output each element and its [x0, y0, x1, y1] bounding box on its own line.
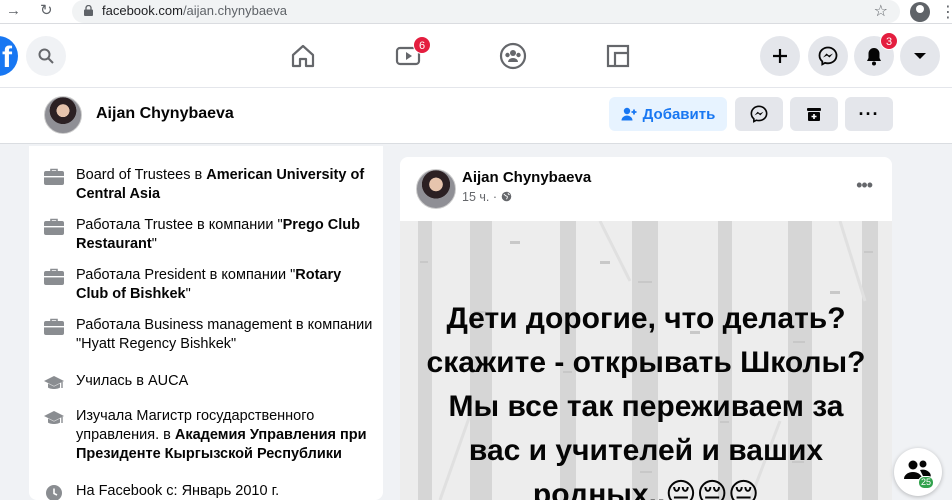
graduation-cap-icon: [44, 376, 64, 389]
add-friend-icon: [621, 107, 637, 121]
create-button[interactable]: [760, 36, 800, 76]
post-timestamp[interactable]: 15 ч.: [462, 190, 489, 204]
lock-icon: [84, 5, 93, 16]
graduation-cap-icon: [44, 411, 64, 424]
contacts-online-count: 25: [918, 476, 935, 489]
back-arrow-icon[interactable]: →: [6, 2, 21, 19]
briefcase-icon: [44, 168, 64, 185]
browser-profile-icon[interactable]: [910, 2, 930, 22]
intro-item-text: Работала Business management в компании …: [76, 317, 373, 352]
intro-item-text: На Facebook с: Январь 2010 г.: [76, 483, 280, 499]
messenger-button[interactable]: [808, 36, 848, 76]
add-friend-button[interactable]: Добавить: [609, 97, 727, 131]
post-card: Aijan Chynybaeva 15 ч. · ••• Дети дороги…: [400, 157, 892, 500]
notifications-badge: 3: [880, 32, 898, 50]
post-author-avatar[interactable]: [416, 169, 456, 209]
message-button[interactable]: [735, 97, 783, 131]
follow-box-icon: [807, 108, 821, 121]
more-options-button[interactable]: ···: [845, 97, 893, 131]
post-options-button[interactable]: •••: [856, 175, 873, 196]
plus-icon: [773, 49, 787, 63]
facebook-logo-icon[interactable]: f: [0, 36, 18, 76]
post-text-background: Дети дорогие, что делать? скажите - откр…: [400, 221, 892, 500]
clock-icon: [46, 485, 62, 500]
search-icon: [38, 48, 54, 64]
briefcase-icon: [44, 218, 64, 235]
messenger-icon: [818, 46, 838, 66]
account-menu-button[interactable]: [900, 36, 940, 76]
bookmark-star-icon[interactable]: ☆: [874, 1, 888, 21]
bell-icon: [867, 48, 881, 66]
add-friend-label: Добавить: [642, 105, 716, 123]
briefcase-icon: [44, 268, 64, 285]
browser-menu-icon[interactable]: ⋮: [940, 2, 952, 22]
groups-icon[interactable]: [499, 42, 527, 70]
profile-avatar[interactable]: [44, 96, 82, 134]
intro-item-text: Изучала Магистр государственного управле…: [76, 408, 367, 462]
briefcase-icon: [44, 318, 64, 335]
post-meta: 15 ч. ·: [462, 190, 512, 204]
gaming-icon[interactable]: [604, 42, 632, 70]
intro-item-text: Board of Trustees в American University …: [76, 167, 365, 202]
ellipsis-icon: ···: [858, 104, 880, 124]
post-author-name[interactable]: Aijan Chynybaeva: [462, 169, 591, 186]
browser-toolbar: → ↻ facebook.com/aijan.chynybaeva ☆ ⋮: [0, 0, 952, 24]
intro-card: Board of Trustees в American University …: [29, 146, 383, 500]
address-bar[interactable]: facebook.com/aijan.chynybaeva ☆: [72, 0, 900, 23]
caret-down-icon: [914, 53, 926, 59]
intro-item-text: Училась в AUCA: [76, 373, 189, 389]
profile-name[interactable]: Aijan Chynybaeva: [96, 105, 234, 123]
facebook-top-nav: f 6 3: [0, 24, 952, 88]
intro-item-text: Работала President в компании "Rotary Cl…: [76, 267, 342, 302]
follow-button[interactable]: [790, 97, 838, 131]
url-text: facebook.com/aijan.chynybaeva: [102, 3, 288, 18]
contacts-button[interactable]: 25: [894, 448, 942, 496]
intro-item-text: Работала Trustee в компании "Prego Club …: [76, 217, 360, 252]
watch-badge: 6: [413, 36, 431, 54]
reload-icon[interactable]: ↻: [40, 1, 53, 19]
post-message: Дети дорогие, что делать? скажите - откр…: [426, 302, 866, 500]
globe-icon: [501, 191, 511, 202]
search-button[interactable]: [26, 36, 66, 76]
home-icon[interactable]: [289, 42, 317, 70]
messenger-icon: [750, 105, 768, 123]
